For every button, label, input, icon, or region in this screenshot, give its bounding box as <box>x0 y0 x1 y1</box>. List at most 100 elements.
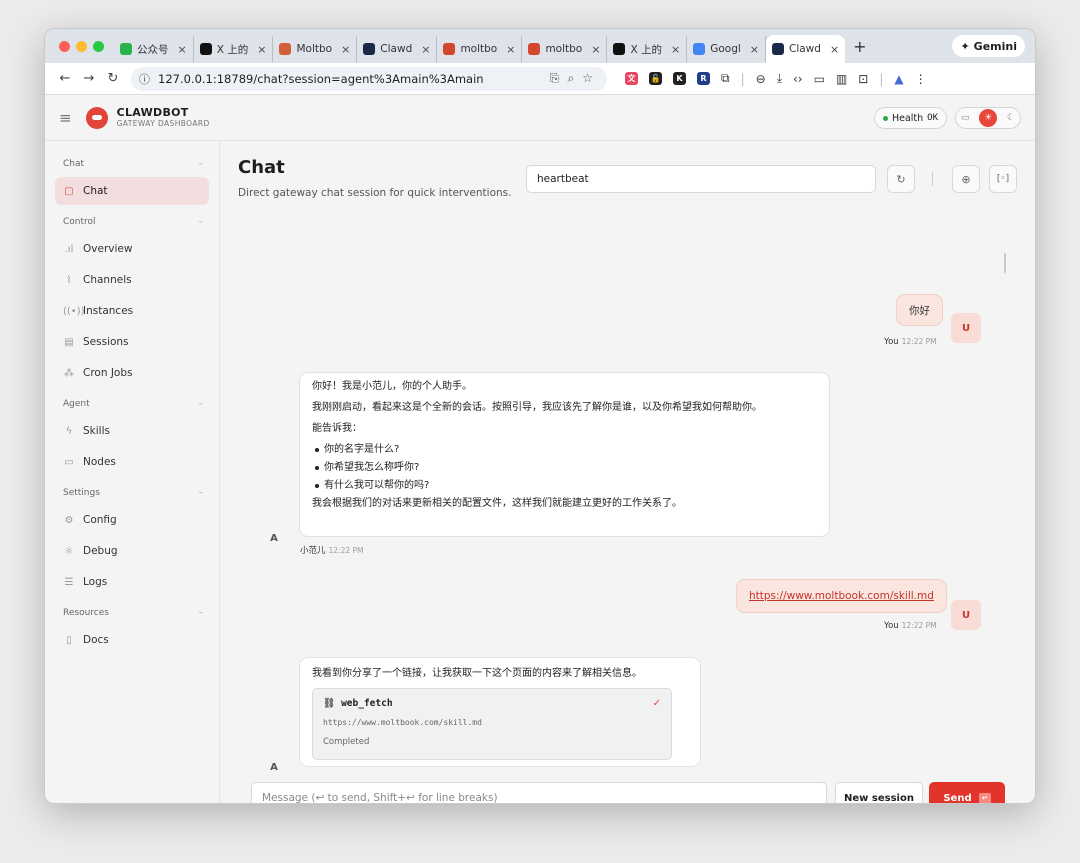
tab-close-icon[interactable]: × <box>257 43 266 56</box>
back-arrow-icon[interactable]: ← <box>53 71 77 86</box>
sidebar-section-header[interactable]: Resources – <box>45 608 219 618</box>
browser-tab[interactable]: 公众号 × <box>114 36 194 62</box>
browser-tab[interactable]: moltbo × <box>437 36 523 62</box>
resize-grip-icon[interactable]: ◢ <box>817 802 823 803</box>
minimize-window-button[interactable] <box>76 40 87 52</box>
sidebar-section-header[interactable]: Chat – <box>45 159 219 169</box>
sidebar-item-skills[interactable]: ϟ Skills <box>55 417 209 445</box>
browser-tab[interactable]: Clawd × <box>357 36 438 62</box>
gemini-sparkle-icon: ✦ <box>960 39 970 53</box>
clawdbot-logo-icon <box>85 106 108 129</box>
collapse-icon[interactable]: – <box>199 488 204 498</box>
download-icon[interactable]: ⤓ <box>777 71 782 86</box>
session-input[interactable]: heartbeat <box>526 165 876 193</box>
collapse-icon[interactable]: – <box>199 159 204 169</box>
sidebar-section-header[interactable]: Settings – <box>45 488 219 498</box>
tab-close-icon[interactable]: × <box>178 43 187 56</box>
sidebar-item-logs[interactable]: ☰ Logs <box>55 568 209 596</box>
new-session-button[interactable]: New session <box>835 782 923 803</box>
sidebar-item-config[interactable]: ⚙ Config <box>55 506 209 534</box>
tab-close-icon[interactable]: × <box>506 43 515 56</box>
window-controls <box>59 40 104 52</box>
avatar-initial: A <box>270 761 278 773</box>
r-ext-icon[interactable]: R <box>697 72 710 85</box>
tab-close-icon[interactable]: × <box>591 43 600 56</box>
thinking-toggle-button[interactable]: ⊕ <box>952 165 980 193</box>
lock-ext-icon[interactable]: 🔓 <box>649 72 662 85</box>
hamburger-menu-icon[interactable]: ≡ <box>59 109 72 127</box>
message-input[interactable]: Message (↩ to send, Shift+↩ for line bre… <box>251 782 827 803</box>
toolbar-separator: | <box>879 71 884 86</box>
new-tab-button[interactable]: + <box>853 37 866 56</box>
sidebar-item-channels[interactable]: ⌇ Channels <box>55 266 209 294</box>
tab-strip: 公众号 × X 上的 × Moltbo × Clawd × moltbo × moltbo × X 上的… <box>45 29 1035 63</box>
chat-scrollbar[interactable] <box>1004 253 1006 273</box>
browser-tab[interactable]: Moltbo × <box>273 36 358 62</box>
incognito-icon[interactable]: ⊖ <box>756 72 766 86</box>
moon-theme-icon[interactable]: ☾ <box>1007 113 1015 123</box>
sidebar-item-cron-jobs[interactable]: ⁂ Cron Jobs <box>55 359 209 387</box>
message-meta: You 12:22 PM <box>884 621 937 631</box>
monitor-theme-icon[interactable]: ▭ <box>961 113 970 123</box>
zoom-window-button[interactable] <box>93 40 104 52</box>
sidebar-item-sessions[interactable]: ▤ Sessions <box>55 328 209 356</box>
profile-icon[interactable]: ▲ <box>894 72 903 86</box>
browser-tab[interactable]: X 上的 × <box>607 36 688 62</box>
url-bar[interactable]: ⓘ 127.0.0.1:18789/chat?session=agent%3Am… <box>131 66 607 91</box>
bookmark-star-icon[interactable]: ☆ <box>582 71 593 86</box>
refresh-button[interactable]: ↻ <box>887 165 915 193</box>
sidebar-item-chat[interactable]: ▢ Chat <box>55 177 209 205</box>
tab-close-icon[interactable]: × <box>341 43 350 56</box>
health-value: OK <box>927 113 938 123</box>
sidebar-item-debug[interactable]: ☼ Debug <box>55 537 209 565</box>
site-info-icon[interactable]: ⓘ <box>139 71 150 87</box>
sidebar-section-header[interactable]: Agent – <box>45 399 219 409</box>
reader-icon[interactable]: ▥ <box>836 72 847 86</box>
browser-tab[interactable]: Clawd × <box>766 35 846 63</box>
browser-tab[interactable]: moltbo × <box>522 36 608 62</box>
sun-theme-icon[interactable]: ☀ <box>979 109 998 127</box>
message-meta: 小范儿 12:22 PM <box>300 544 364 556</box>
sidebar-section-header[interactable]: Control – <box>45 217 219 227</box>
tab-close-icon[interactable]: × <box>750 43 759 56</box>
collapse-icon[interactable]: – <box>199 399 204 409</box>
browser-tab[interactable]: Googl × <box>687 36 766 62</box>
translate-icon[interactable]: ⎘ <box>550 71 560 86</box>
tab-close-icon[interactable]: × <box>830 43 839 56</box>
translate-ext-icon[interactable]: 文 <box>625 72 638 85</box>
tool-call-card[interactable]: ⛓ web_fetch https://www.moltbook.com/skil… <box>312 688 672 760</box>
zoom-icon[interactable]: ⌕ <box>568 71 575 86</box>
tab-search-icon[interactable]: ⊡ <box>858 72 868 86</box>
brain-icon: ⊕ <box>961 172 971 186</box>
tab-close-icon[interactable]: × <box>421 43 430 56</box>
shared-link[interactable]: https://www.moltbook.com/skill.md <box>749 590 934 602</box>
close-window-button[interactable] <box>59 40 70 52</box>
send-button[interactable]: Send ↵ <box>929 782 1005 803</box>
link-icon: ⌇ <box>66 274 72 286</box>
focus-mode-button[interactable]: [◦] <box>989 165 1017 193</box>
radio-signal-icon: ((•)) <box>63 305 85 317</box>
user-message-bubble: https://www.moltbook.com/skill.md <box>736 579 947 613</box>
sidebar-item-nodes[interactable]: ▭ Nodes <box>55 448 209 476</box>
puzzle-extensions-icon[interactable]: ⧉ <box>721 71 730 86</box>
log-icon: ☰ <box>64 576 74 588</box>
browser-menu-icon[interactable]: ⋮ <box>915 72 927 86</box>
sidebar-item-instances[interactable]: ((•)) Instances <box>55 297 209 325</box>
session-value[interactable]: heartbeat <box>537 173 589 185</box>
url-text[interactable]: 127.0.0.1:18789/chat?session=agent%3Amai… <box>158 72 484 86</box>
code-icon[interactable]: ‹› <box>793 72 803 86</box>
collapse-icon[interactable]: – <box>199 608 204 618</box>
browser-tab[interactable]: X 上的 × <box>194 36 274 62</box>
collapse-icon[interactable]: – <box>199 217 204 227</box>
moltbook-icon <box>279 43 292 55</box>
sidebar-item-overview[interactable]: .ıl Overview <box>55 235 209 263</box>
tab-close-icon[interactable]: × <box>671 43 680 56</box>
device-icon[interactable]: ▭ <box>814 72 825 86</box>
reload-icon[interactable]: ↻ <box>101 71 125 86</box>
sidebar-item-label: Debug <box>83 545 118 557</box>
gemini-button[interactable]: ✦ Gemini <box>952 35 1025 57</box>
sidebar-item-docs[interactable]: ▯ Docs <box>55 626 209 654</box>
forward-arrow-icon[interactable]: → <box>77 71 101 86</box>
sidebar-item-label: Config <box>83 514 117 526</box>
k-ext-icon[interactable]: K <box>673 72 686 85</box>
